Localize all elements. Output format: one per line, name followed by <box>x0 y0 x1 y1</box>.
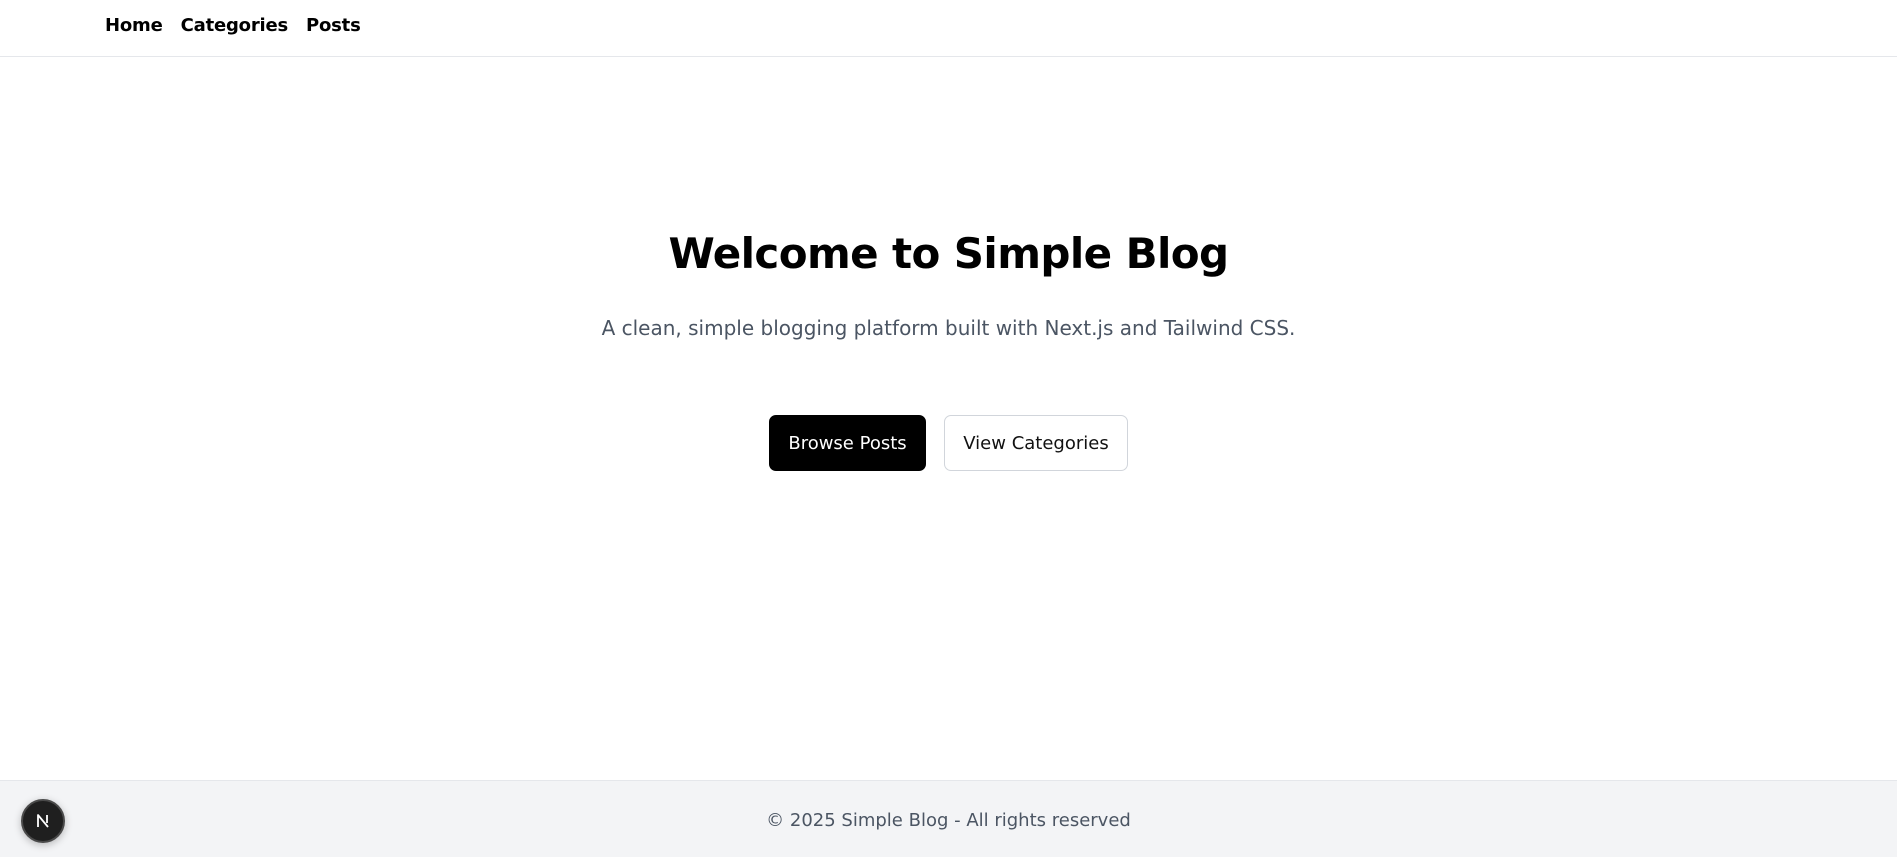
footer-copyright: © 2025 Simple Blog - All rights reserved <box>766 809 1131 831</box>
nav-link-posts[interactable]: Posts <box>306 15 361 36</box>
hero-actions: Browse Posts View Categories <box>0 415 1897 471</box>
nextjs-dev-indicator-button[interactable] <box>21 799 65 843</box>
nav-link-home[interactable]: Home <box>105 15 163 36</box>
footer: © 2025 Simple Blog - All rights reserved <box>0 780 1897 857</box>
hero-title: Welcome to Simple Blog <box>668 229 1230 278</box>
top-navigation: Home Categories Posts <box>0 0 1897 57</box>
hero-subtitle: A clean, simple blogging platform built … <box>601 316 1296 340</box>
nextjs-logo-icon <box>37 814 49 828</box>
nav-link-categories[interactable]: Categories <box>181 15 289 36</box>
browse-posts-button[interactable]: Browse Posts <box>769 415 926 471</box>
page: Home Categories Posts Welcome to Simple … <box>0 0 1897 857</box>
view-categories-button[interactable]: View Categories <box>944 415 1128 471</box>
